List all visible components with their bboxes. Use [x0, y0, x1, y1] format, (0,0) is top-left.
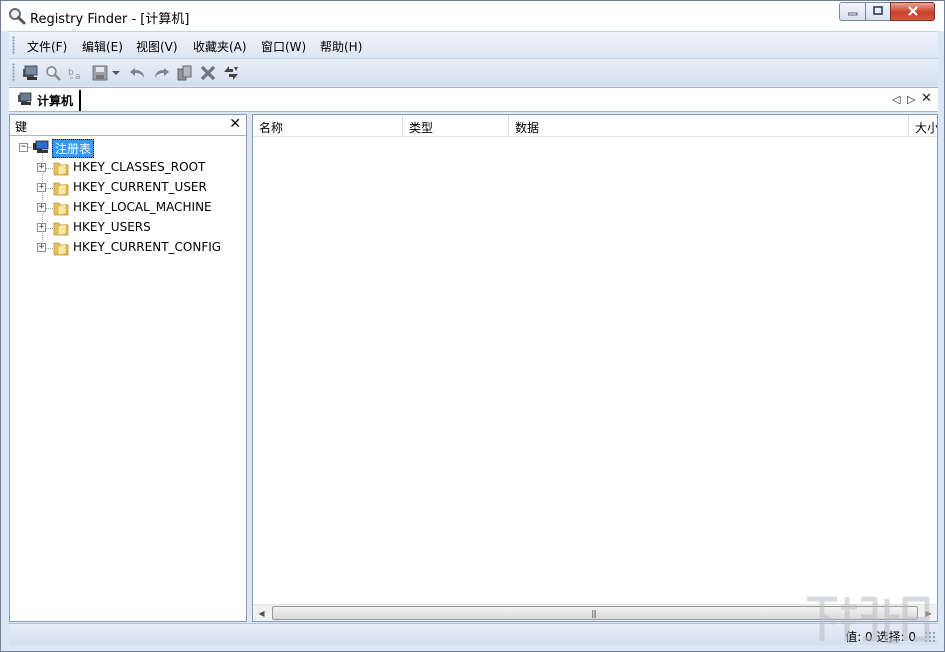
folder-icon [53, 241, 69, 256]
svg-text:b: b [68, 68, 74, 78]
column-header-label: 类型 [409, 121, 434, 135]
computer-icon [17, 92, 33, 109]
delete-icon[interactable] [199, 64, 217, 82]
tree-collapse-toggle[interactable]: − [19, 143, 28, 152]
column-header-type[interactable]: 类型 [403, 115, 509, 137]
dropdown-arrow-icon[interactable] [110, 64, 122, 82]
magnifier-app-icon [8, 7, 26, 25]
menu-favorites[interactable]: 收藏夹(A) [193, 38, 247, 55]
tree-item-hkey-current-config[interactable]: HKEY_CURRENT_CONFIG [73, 240, 221, 254]
minimize-button[interactable] [839, 2, 866, 21]
menubar-grip[interactable] [12, 36, 15, 55]
status-bar: 值: 0 选择: 0 [9, 623, 938, 645]
tree-expand-toggle[interactable]: + [37, 223, 46, 232]
folder-icon [53, 201, 69, 216]
column-header-label: 名称 [259, 121, 284, 135]
folder-icon [53, 181, 69, 196]
tree-item-hkey-current-user[interactable]: HKEY_CURRENT_USER [73, 180, 207, 194]
find-icon[interactable] [44, 64, 62, 82]
tab-computer[interactable]: 计算机 [13, 90, 82, 111]
horizontal-scrollbar[interactable]: ◀ ||| ▶ [253, 604, 937, 621]
values-pane: 名称 类型 数据 大小 ◀ ||| ▶ [252, 114, 938, 622]
keys-pane-header: 键 ✕ [10, 115, 246, 136]
tab-scroll-right-icon[interactable]: ▷ [907, 93, 915, 106]
tab-close-icon[interactable]: ✕ [921, 91, 932, 106]
column-header-label: 数据 [515, 121, 540, 135]
menu-edit[interactable]: 编辑(E) [82, 38, 123, 55]
tab-label: 计算机 [37, 94, 74, 108]
toolbar-grip[interactable] [12, 63, 15, 82]
computer-icon [32, 140, 50, 157]
computer-icon[interactable] [22, 64, 40, 82]
refresh-icon[interactable] [222, 64, 240, 82]
close-icon [907, 5, 919, 19]
column-header-name[interactable]: 名称 [253, 115, 403, 137]
maximize-icon [873, 5, 883, 19]
copy-icon[interactable] [176, 64, 194, 82]
folder-icon [53, 161, 69, 176]
tree-expand-toggle[interactable]: + [37, 163, 46, 172]
app-window: Registry Finder - [计算机] 文件(F) 编辑(E) 视图(V… [0, 0, 945, 652]
column-header-label: 大小 [915, 121, 938, 135]
tree-item-hkey-local-machine[interactable]: HKEY_LOCAL_MACHINE [73, 200, 212, 214]
minimize-icon [847, 5, 858, 19]
folder-icon [53, 221, 69, 236]
keys-pane: 键 ✕ − 注册表 + HKEY_CLASSES_ROOT + HKEY_CUR… [9, 114, 247, 622]
tree-expand-toggle[interactable]: + [37, 183, 46, 192]
keys-pane-title: 键 [15, 120, 28, 134]
scroll-left-icon[interactable]: ◀ [253, 605, 270, 621]
window-title: Registry Finder - [计算机] [30, 12, 190, 27]
scroll-right-icon[interactable]: ▶ [920, 605, 937, 621]
column-header-size[interactable]: 大小 [909, 115, 938, 137]
redo-icon[interactable] [152, 64, 170, 82]
close-button[interactable] [890, 2, 935, 21]
document-tab-strip: 计算机 ◁ ▷ ✕ [9, 87, 938, 112]
status-text: 值: 0 选择: 0 [845, 630, 916, 644]
tree-expand-toggle[interactable]: + [37, 243, 46, 252]
menu-help[interactable]: 帮助(H) [320, 38, 362, 55]
tree-expand-toggle[interactable]: + [37, 203, 46, 212]
menu-bar: 文件(F) 编辑(E) 视图(V) 收藏夹(A) 窗口(W) 帮助(H) [9, 31, 938, 58]
scrollbar-grip-icon: ||| [591, 609, 597, 618]
title-bar[interactable]: Registry Finder - [计算机] [1, 1, 944, 31]
save-icon[interactable] [91, 64, 109, 82]
menu-window[interactable]: 窗口(W) [261, 38, 306, 55]
tree-item-registry-root[interactable]: 注册表 [52, 139, 95, 158]
tab-scroll-left-icon[interactable]: ◁ [892, 93, 900, 106]
resize-grip-icon[interactable] [924, 631, 936, 643]
registry-tree: − 注册表 + HKEY_CLASSES_ROOT + HKEY_CURRENT… [10, 137, 246, 621]
replace-icon[interactable]: ba [67, 64, 85, 82]
maximize-button[interactable] [865, 2, 891, 21]
column-header-data[interactable]: 数据 [509, 115, 909, 137]
menu-view[interactable]: 视图(V) [136, 38, 178, 55]
scrollbar-thumb[interactable]: ||| [272, 606, 918, 620]
menu-file[interactable]: 文件(F) [27, 38, 67, 55]
tree-item-hkey-classes-root[interactable]: HKEY_CLASSES_ROOT [73, 160, 205, 174]
tree-item-hkey-users[interactable]: HKEY_USERS [73, 220, 151, 234]
toolbar: ba [9, 58, 938, 86]
close-icon[interactable]: ✕ [229, 116, 241, 132]
svg-text:a: a [75, 72, 81, 81]
undo-icon[interactable] [129, 64, 147, 82]
